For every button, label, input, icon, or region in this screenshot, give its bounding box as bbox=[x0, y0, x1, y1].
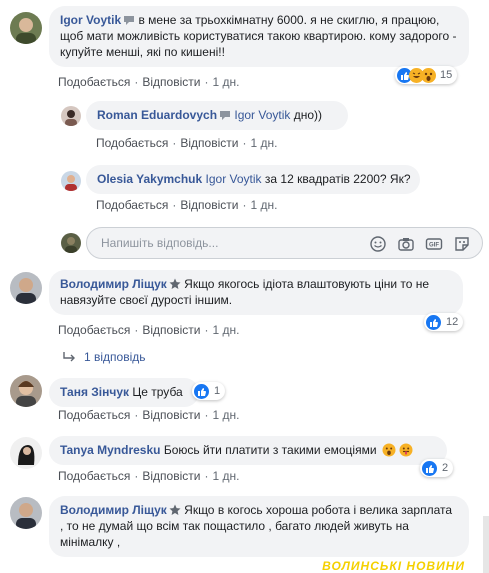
avatar-image bbox=[65, 110, 77, 126]
like-link[interactable]: Подобається bbox=[58, 75, 130, 89]
mention-tag[interactable]: Igor Voytik bbox=[206, 172, 262, 186]
avatar-image bbox=[16, 503, 36, 529]
emoji-icon[interactable] bbox=[369, 235, 387, 253]
comment-bubble: Roman Eduardovych Igor Voytik дно)) bbox=[86, 101, 348, 130]
wow-emoji-icon bbox=[382, 443, 396, 457]
comment-author[interactable]: Tanya Myndresku bbox=[60, 443, 160, 457]
camera-icon[interactable] bbox=[397, 235, 415, 253]
comment-actions: Подобається · Відповісти · 1 дн. bbox=[58, 469, 240, 483]
reaction-count: 1 bbox=[214, 385, 221, 397]
comment-bubble: Таня Зінчук Це труба bbox=[49, 378, 199, 407]
reply-input[interactable] bbox=[99, 235, 363, 251]
top-fan-star-icon bbox=[169, 278, 181, 289]
comment-actions: Подобається · Відповісти · 1 дн. bbox=[96, 198, 278, 212]
like-link[interactable]: Подобається bbox=[58, 469, 130, 483]
comment-bubble: Володимир Ліщук Якщо якогось ідіота влаш… bbox=[49, 270, 463, 315]
timestamp[interactable]: 1 дн. bbox=[212, 323, 239, 337]
timestamp[interactable]: 1 дн. bbox=[212, 469, 239, 483]
reaction-count: 15 bbox=[440, 69, 453, 81]
like-reaction-icon bbox=[194, 383, 209, 399]
timestamp[interactable]: 1 дн. bbox=[250, 198, 277, 212]
comment-text: Це труба bbox=[132, 385, 183, 399]
avatar-image bbox=[65, 237, 77, 253]
wow-reaction-icon bbox=[421, 67, 436, 83]
like-link[interactable]: Подобається bbox=[96, 198, 168, 212]
comment-author[interactable]: Володимир Ліщук bbox=[60, 277, 167, 291]
avatar[interactable] bbox=[10, 12, 42, 44]
gif-icon[interactable]: GIF bbox=[425, 235, 443, 253]
reaction-summary[interactable]: 2 bbox=[420, 459, 454, 477]
watermark: ВОЛИНСЬКІ НОВИНИ bbox=[322, 559, 465, 573]
replies-count-label[interactable]: 1 відповідь bbox=[84, 350, 146, 364]
tongue-emoji-icon bbox=[399, 443, 413, 457]
comment-bubble: Володимир Ліщук Якщо в когось хороша роб… bbox=[49, 496, 469, 557]
avatar[interactable] bbox=[61, 171, 81, 191]
like-link[interactable]: Подобається bbox=[58, 408, 130, 422]
comment-author[interactable]: Володимир Ліщук bbox=[60, 503, 167, 517]
timestamp[interactable]: 1 дн. bbox=[250, 136, 277, 150]
mention-tag[interactable]: Igor Voytik bbox=[234, 108, 290, 122]
top-fan-star-icon bbox=[169, 504, 181, 515]
avatar-image bbox=[16, 278, 36, 304]
comment-bubble: Olesia Yakymchuk Igor Voytik за 12 квадр… bbox=[86, 165, 420, 194]
avatar-image bbox=[65, 175, 77, 191]
comment-text: за 12 квадратів 2200? Як? bbox=[264, 172, 411, 186]
current-user-avatar bbox=[61, 233, 81, 253]
avatar[interactable] bbox=[10, 272, 42, 304]
reply-link[interactable]: Відповісти bbox=[142, 408, 200, 422]
avatar[interactable] bbox=[61, 106, 81, 126]
reply-link[interactable]: Відповісти bbox=[142, 323, 200, 337]
reply-input-box[interactable]: GIF bbox=[86, 227, 483, 259]
reaction-summary[interactable]: 1 bbox=[192, 382, 226, 400]
comment-text: Боюсь йти платити з такими емоціями bbox=[163, 443, 377, 457]
avatar[interactable] bbox=[10, 497, 42, 529]
comment-actions: Подобається · Відповісти · 1 дн. bbox=[96, 136, 278, 150]
comment-bubble: Igor Voytik в мене за трьохкімнатну 6000… bbox=[49, 6, 469, 67]
comment-actions: Подобається · Відповісти · 1 дн. bbox=[58, 75, 240, 89]
view-replies-link[interactable]: 1 відповідь bbox=[62, 350, 146, 364]
sticker-icon[interactable] bbox=[453, 235, 471, 253]
comment-text: дно)) bbox=[293, 108, 323, 122]
like-reaction-icon bbox=[426, 314, 441, 330]
like-link[interactable]: Подобається bbox=[96, 136, 168, 150]
avatar-image bbox=[18, 445, 35, 465]
comment-actions: Подобається · Відповісти · 1 дн. bbox=[58, 323, 240, 337]
reply-link[interactable]: Відповісти bbox=[180, 198, 238, 212]
avatar-image bbox=[16, 381, 36, 407]
timestamp[interactable]: 1 дн. bbox=[212, 75, 239, 89]
timestamp[interactable]: 1 дн. bbox=[212, 408, 239, 422]
like-reaction-icon bbox=[422, 460, 437, 476]
comment-author[interactable]: Olesia Yakymchuk bbox=[97, 172, 202, 186]
svg-text:GIF: GIF bbox=[429, 243, 439, 249]
reply-link[interactable]: Відповісти bbox=[142, 469, 200, 483]
comment-actions: Подобається · Відповісти · 1 дн. bbox=[58, 408, 240, 422]
like-link[interactable]: Подобається bbox=[58, 323, 130, 337]
conversation-starter-icon bbox=[124, 16, 135, 25]
reply-arrow-icon bbox=[63, 352, 75, 362]
scrollbar[interactable] bbox=[483, 516, 489, 573]
reaction-count: 2 bbox=[442, 462, 449, 474]
avatar-image bbox=[16, 18, 36, 44]
reply-link[interactable]: Відповісти bbox=[180, 136, 238, 150]
reaction-summary[interactable]: 15 bbox=[395, 66, 458, 84]
avatar[interactable] bbox=[10, 375, 42, 407]
comment-author[interactable]: Таня Зінчук bbox=[60, 385, 129, 399]
avatar[interactable] bbox=[10, 437, 42, 469]
conversation-starter-icon bbox=[220, 111, 231, 120]
comment-bubble: Tanya Myndresku Боюсь йти платити з таки… bbox=[49, 436, 447, 465]
reaction-summary[interactable]: 12 bbox=[424, 313, 464, 331]
reply-link[interactable]: Відповісти bbox=[142, 75, 200, 89]
comment-author[interactable]: Igor Voytik bbox=[60, 13, 121, 27]
reaction-count: 12 bbox=[446, 316, 459, 328]
comment-author[interactable]: Roman Eduardovych bbox=[97, 108, 217, 122]
